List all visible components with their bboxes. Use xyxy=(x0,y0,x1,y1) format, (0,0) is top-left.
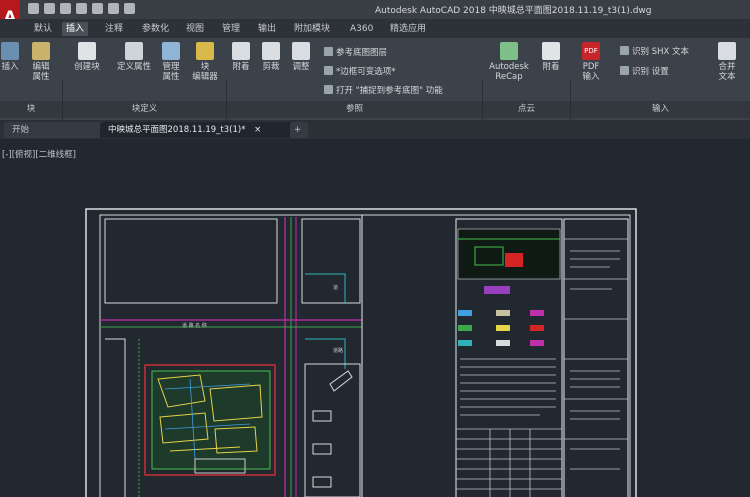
road-label-3: 道 路 名 称 xyxy=(182,322,207,329)
document-tabs: 开始 中映城总平面图2018.11.19_t3(1)* × + xyxy=(0,120,750,139)
recognize-settings-button[interactable]: 识别 设置 xyxy=(620,65,669,77)
recognize-settings-label: 识别 设置 xyxy=(632,67,669,77)
define-attribute-button[interactable]: 定义属性 xyxy=(112,42,156,72)
new-tab-button[interactable]: + xyxy=(290,122,308,138)
close-icon[interactable]: × xyxy=(254,125,261,135)
attach-label: 附着 xyxy=(232,62,250,72)
undo-icon[interactable] xyxy=(108,3,119,14)
adjust-button[interactable]: 调整 xyxy=(288,42,314,72)
merge-text-button[interactable]: 合并 文本 xyxy=(710,42,744,82)
panel-label-point-cloud[interactable]: 点云 xyxy=(483,101,570,118)
pointcloud-attach-icon xyxy=(542,42,560,60)
clip-button[interactable]: 剪裁 xyxy=(258,42,284,72)
save-icon[interactable] xyxy=(60,3,71,14)
snap-icon xyxy=(324,85,333,94)
clip-icon xyxy=(262,42,280,60)
tab-parametric[interactable]: 参数化 xyxy=(138,22,173,36)
ribbon-tabs: 默认 插入 注释 参数化 视图 管理 输出 附加模块 A360 精选应用 xyxy=(0,19,750,38)
insert-label: 插入 xyxy=(1,62,19,72)
recap-label: Autodesk ReCap xyxy=(489,62,529,82)
snap-underlay-toggle[interactable]: 打开 "捕捉到参考底图" 功能 xyxy=(324,84,443,96)
block-editor-button[interactable]: 块 编辑器 xyxy=(188,42,222,82)
manage-attributes-icon xyxy=(162,42,180,60)
create-block-icon xyxy=(78,42,96,60)
pdf-import-label: PDF 输入 xyxy=(582,62,600,82)
window-title: Autodesk AutoCAD 2018 中映城总平面图2018.11.19_… xyxy=(375,6,652,16)
insert-block-button[interactable]: 插入 xyxy=(0,42,20,72)
panel-label-block[interactable]: 块 xyxy=(0,101,62,118)
block-editor-label: 块 编辑器 xyxy=(192,62,218,82)
recap-icon xyxy=(500,42,518,60)
open-icon[interactable] xyxy=(44,3,55,14)
new-icon[interactable] xyxy=(28,3,39,14)
frame-options-label: *边框可变选项* xyxy=(336,67,396,77)
pointcloud-attach-label: 附着 xyxy=(542,62,560,72)
tab-view[interactable]: 视图 xyxy=(182,22,208,36)
recognize-shx-button[interactable]: 识别 SHX 文本 xyxy=(620,45,689,57)
tab-output[interactable]: 输出 xyxy=(254,22,280,36)
shx-icon xyxy=(620,46,629,55)
attach-icon xyxy=(232,42,250,60)
tab-start[interactable]: 开始 xyxy=(4,122,108,138)
adjust-icon xyxy=(292,42,310,60)
insert-icon xyxy=(1,42,19,60)
pointcloud-attach-button[interactable]: 附着 xyxy=(537,42,565,72)
block-editor-icon xyxy=(196,42,214,60)
create-block-button[interactable]: 创建块 xyxy=(68,42,106,72)
tab-default[interactable]: 默认 xyxy=(30,22,56,36)
title-bar: Autodesk AutoCAD 2018 中映城总平面图2018.11.19_… xyxy=(0,0,750,19)
manage-attributes-label: 管理 属性 xyxy=(162,62,180,82)
create-block-label: 创建块 xyxy=(74,62,100,72)
drawing-canvas[interactable]: 道 道路 道 路 名 称 xyxy=(0,139,750,497)
edit-attribute-button[interactable]: 编辑 属性 xyxy=(26,42,56,82)
merge-text-label: 合并 文本 xyxy=(718,62,736,82)
saveas-icon[interactable] xyxy=(76,3,87,14)
tab-drawing[interactable]: 中映城总平面图2018.11.19_t3(1)* × xyxy=(100,122,292,138)
redo-icon[interactable] xyxy=(124,3,135,14)
underlay-layers-label: 参考底图图层 xyxy=(336,48,388,58)
road-label-2: 道路 xyxy=(333,347,343,354)
tab-addins[interactable]: 附加模块 xyxy=(290,22,334,36)
merge-text-icon xyxy=(718,42,736,60)
tab-manage[interactable]: 管理 xyxy=(218,22,244,36)
snap-underlay-label: 打开 "捕捉到参考底图" 功能 xyxy=(336,86,443,96)
pdf-import-button[interactable]: PDF PDF 输入 xyxy=(574,42,608,82)
recognize-shx-label: 识别 SHX 文本 xyxy=(632,47,690,57)
manage-attributes-button[interactable]: 管理 属性 xyxy=(156,42,186,82)
define-attribute-icon xyxy=(125,42,143,60)
frame-icon xyxy=(324,66,333,75)
panel-label-block-definition[interactable]: 块定义 xyxy=(63,101,226,118)
tab-annotate[interactable]: 注释 xyxy=(101,22,127,36)
frame-options-dropdown[interactable]: *边框可变选项* xyxy=(324,65,396,77)
tab-featured-apps[interactable]: 精选应用 xyxy=(386,22,430,36)
underlay-layers-button[interactable]: 参考底图图层 xyxy=(324,46,387,58)
recap-button[interactable]: Autodesk ReCap xyxy=(486,42,532,82)
tab-insert[interactable]: 插入 xyxy=(62,22,89,36)
settings-icon xyxy=(620,66,629,75)
edit-attribute-label: 编辑 属性 xyxy=(32,62,50,82)
drawing-tab-label: 中映城总平面图2018.11.19_t3(1)* xyxy=(108,125,246,135)
pdf-icon: PDF xyxy=(582,42,600,60)
tab-a360[interactable]: A360 xyxy=(346,22,377,36)
panel-label-import[interactable]: 输入 xyxy=(571,101,750,118)
panel-label-reference[interactable]: 参照 xyxy=(227,101,482,118)
print-icon[interactable] xyxy=(92,3,103,14)
edit-attribute-icon xyxy=(32,42,50,60)
define-attribute-label: 定义属性 xyxy=(116,62,151,72)
quick-access-toolbar[interactable] xyxy=(28,3,135,14)
attach-button[interactable]: 附着 xyxy=(228,42,254,72)
adjust-label: 调整 xyxy=(292,62,310,72)
clip-label: 剪裁 xyxy=(262,62,280,72)
road-label-1: 道 xyxy=(333,284,338,291)
layers-icon xyxy=(324,47,333,56)
viewport-controls[interactable]: [-][俯视][二维线框] xyxy=(2,148,76,160)
